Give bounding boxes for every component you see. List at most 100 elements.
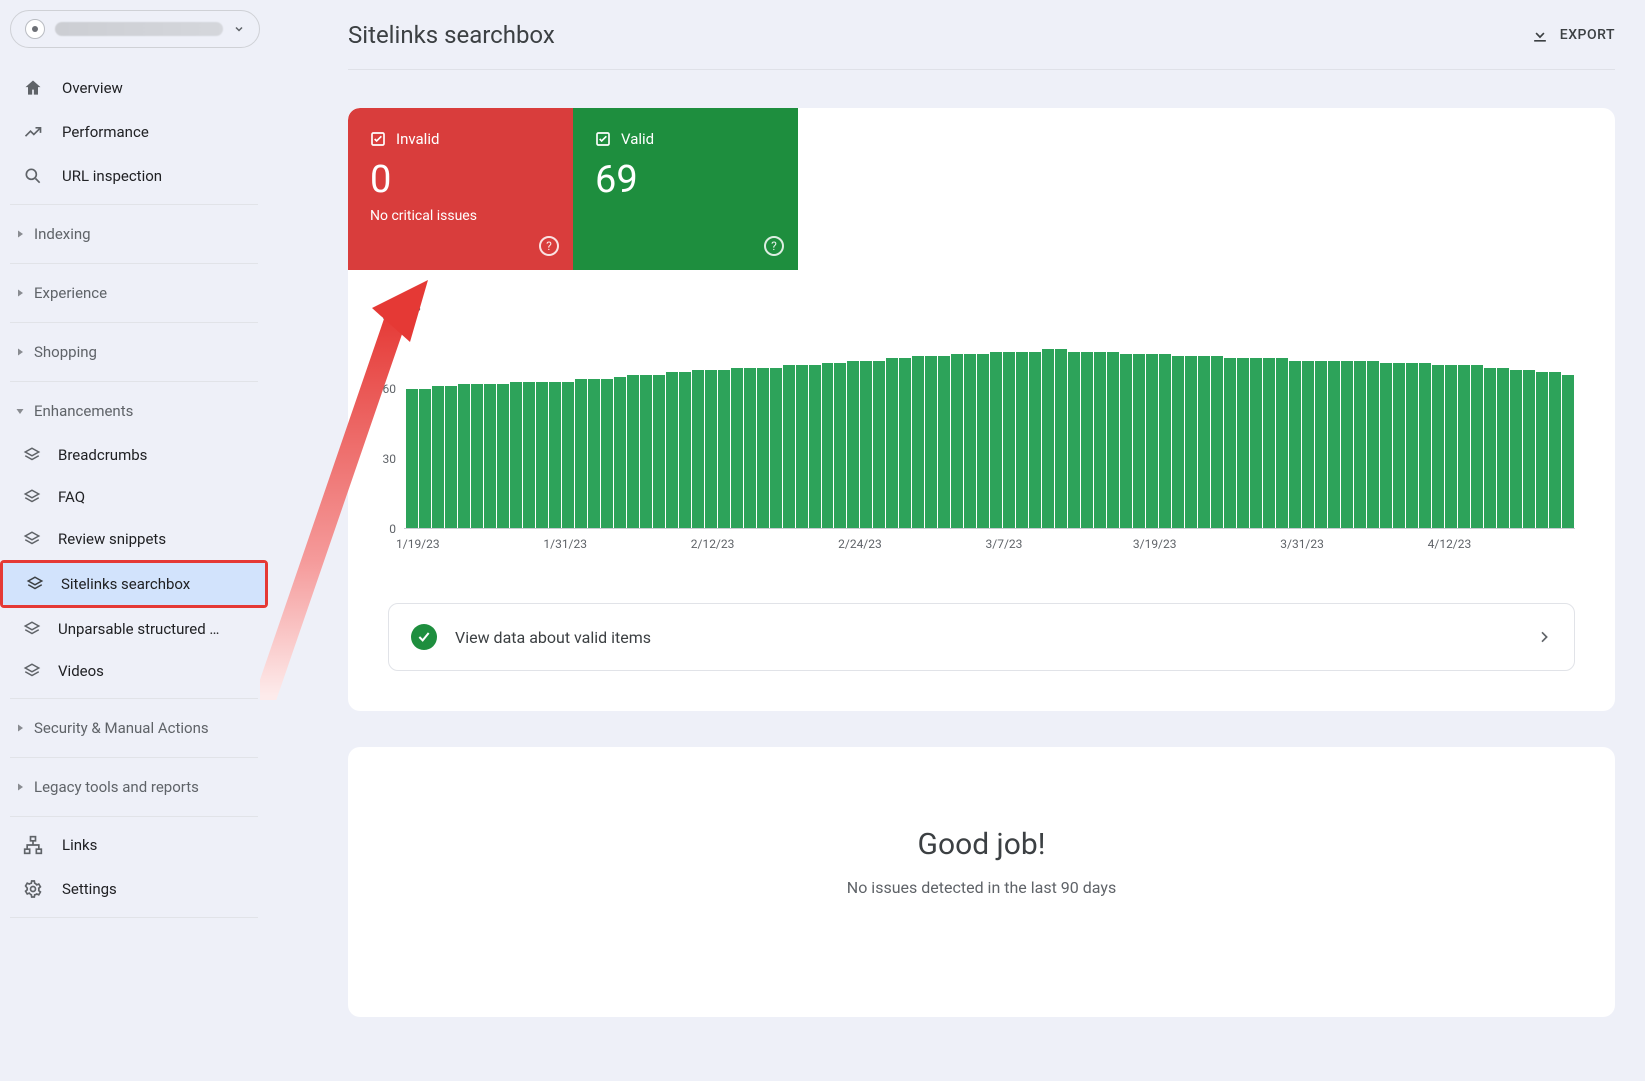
chart-bar [575,379,587,528]
chart-bar [964,354,976,528]
chart-bar [1107,352,1119,528]
chart-bar [977,354,989,528]
chart-bar [1458,365,1470,528]
nav-group-legacy[interactable]: Legacy tools and reports [0,764,268,810]
chart-bar [1263,358,1275,528]
chart-bar [406,389,418,528]
help-icon[interactable]: ? [764,236,784,256]
chart-bar [601,379,613,528]
chart-bar [822,363,834,528]
checkbox-icon [595,131,611,147]
chart-bar [1380,363,1392,528]
chart-bar [1224,358,1236,528]
chart-bar [1094,352,1106,528]
chart-bar [718,370,730,528]
nav-group-label: Enhancements [34,402,133,420]
export-label: EXPORT [1560,27,1615,43]
chart-bar [1341,361,1353,528]
chart-bar [990,352,1002,528]
chart-bar [886,358,898,528]
chart-bar [1146,354,1158,528]
chart-bar [1406,363,1418,528]
chart-bar [1471,365,1483,528]
chart-bar [1289,361,1301,528]
nav-group-label: Experience [34,284,107,302]
property-name-masked [55,22,223,36]
chart-bar [484,384,496,528]
nav-faq[interactable]: FAQ [0,476,264,518]
nav-breadcrumbs[interactable]: Breadcrumbs [0,434,264,476]
nav-group-shopping[interactable]: Shopping [0,329,268,375]
nav-overview[interactable]: Overview [0,66,268,110]
download-icon [1530,25,1550,45]
nav-settings[interactable]: Settings [0,867,268,911]
chart-bar [1120,354,1132,528]
chart-x-axis: 1/19/231/31/232/12/232/24/233/7/233/19/2… [396,537,1575,551]
property-selector[interactable] [10,10,260,48]
chart-bar [912,356,924,528]
chart-bar [860,361,872,528]
goodjob-subtitle: No issues detected in the last 90 days [348,878,1615,897]
chart-bar [834,363,846,528]
chart-bar [640,375,652,528]
nav-group-security[interactable]: Security & Manual Actions [0,705,268,751]
chart-bar [796,365,808,528]
help-icon[interactable]: ? [539,236,559,256]
chart-bar [432,386,444,528]
nav-sub-label: Sitelinks searchbox [61,575,190,593]
gear-icon [22,879,44,899]
nav-group-indexing[interactable]: Indexing [0,211,268,257]
chart-bar [731,368,743,528]
nav-performance[interactable]: Performance [0,110,268,154]
nav-links[interactable]: Links [0,823,268,867]
no-issues-card: Good job! No issues detected in the last… [348,747,1615,1017]
goodjob-title: Good job! [348,827,1615,862]
nav-sitelinks-searchbox[interactable]: Sitelinks searchbox [3,563,265,605]
chart-bar [1549,372,1561,528]
check-circle-icon [411,624,437,650]
chevron-right-icon [14,287,26,299]
chart-bar [847,361,859,528]
stat-invalid[interactable]: Invalid 0 No critical issues ? [348,108,573,270]
chart-bar [938,356,950,528]
chevron-right-icon [14,722,26,734]
view-row-label: View data about valid items [455,628,1518,647]
chart-bar [1510,370,1522,528]
chevron-right-icon [1536,629,1552,645]
chart-bar [951,354,963,528]
nav-group-enhancements[interactable]: Enhancements [0,388,268,434]
layers-icon [22,530,42,548]
chart-bar [419,389,431,528]
chart-bar [1536,372,1548,528]
nav-group-label: Shopping [34,343,97,361]
nav-videos[interactable]: Videos [0,650,264,692]
chart-bar [1237,358,1249,528]
chart-title: Items [388,300,1575,315]
chart-bar [627,375,639,528]
layers-icon [22,662,42,680]
chart-bar [899,358,911,528]
nav-group-experience[interactable]: Experience [0,270,268,316]
chart-bar [653,375,665,528]
chart-bar [1055,349,1067,528]
nav-unparsable[interactable]: Unparsable structured … [0,608,264,650]
chart-bar [1562,375,1574,528]
chart-bar [562,382,574,528]
nav-sub-label: FAQ [58,488,85,506]
trend-icon [22,122,44,142]
stat-value: 69 [595,158,776,202]
chart-bar [1354,361,1366,528]
chart-bar [1133,354,1145,528]
stat-valid[interactable]: Valid 69 ? [573,108,798,270]
chevron-right-icon [14,781,26,793]
chart-bar [757,368,769,528]
nav-sub-label: Unparsable structured … [58,620,219,638]
chart-bar [1484,368,1496,528]
page-title: Sitelinks searchbox [348,21,555,49]
nav-review-snippets[interactable]: Review snippets [0,518,264,560]
view-valid-items-link[interactable]: View data about valid items [388,603,1575,671]
export-button[interactable]: EXPORT [1530,25,1615,45]
chart-bar [666,372,678,528]
chart-bar [1003,352,1015,528]
nav-url-inspection[interactable]: URL inspection [0,154,268,198]
